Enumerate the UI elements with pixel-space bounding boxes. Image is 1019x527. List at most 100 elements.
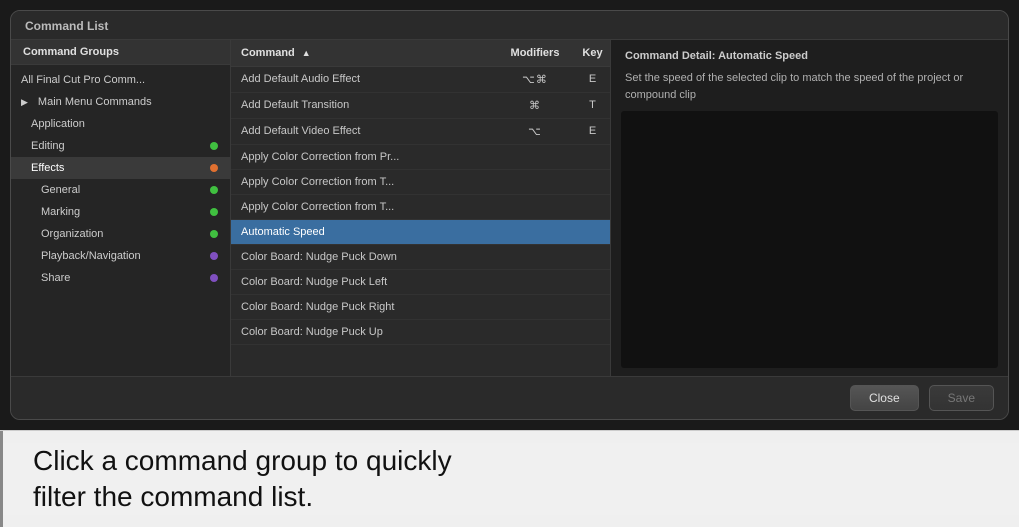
modifiers-cell: ⌥⌘ [495,67,575,92]
command-name-cell: Color Board: Nudge Puck Down [231,245,495,269]
table-row[interactable]: Color Board: Nudge Puck Down [231,245,610,270]
key-cell [575,270,610,294]
sidebar-item-label: All Final Cut Pro Comm... [21,74,218,86]
key-cell [575,245,610,269]
instruction-line1: Click a command group to quickly [33,445,452,476]
sidebar-item-label: Main Menu Commands [38,96,218,108]
sidebar-item-application[interactable]: Application [11,113,230,135]
command-name-cell: Add Default Video Effect [231,119,495,144]
key-cell [575,195,610,219]
sidebar-item-label: Playback/Navigation [41,250,204,262]
sidebar-item-label: Application [31,118,218,130]
purple-dot-icon [210,252,218,260]
command-groups-header: Command Groups [11,40,230,65]
green-dot-icon [210,186,218,194]
sidebar-item-label: Marking [41,206,204,218]
key-cell [575,145,610,169]
orange-dot-icon [210,164,218,172]
sidebar-item-label: Effects [31,162,204,174]
command-name-cell: Color Board: Nudge Puck Left [231,270,495,294]
table-row[interactable]: Apply Color Correction from Pr... [231,145,610,170]
table-row[interactable]: Color Board: Nudge Puck Right [231,295,610,320]
right-panel: Command Detail: Automatic Speed Set the … [611,40,1008,376]
modifiers-cell [495,270,575,294]
expand-arrow-icon: ▶ [21,97,28,108]
right-panel-desc: Set the speed of the selected clip to ma… [611,70,1008,103]
modifiers-cell [495,320,575,344]
col-modifiers-header: Modifiers [495,40,575,66]
table-row[interactable]: Apply Color Correction from T... [231,195,610,220]
sidebar-item-marking[interactable]: Marking [11,201,230,223]
col-command-header: Command ▲ [231,40,495,66]
sidebar-item-share[interactable]: Share [11,267,230,289]
sidebar-item-organization[interactable]: Organization [11,223,230,245]
table-row[interactable]: Automatic Speed [231,220,610,245]
right-panel-title: Command Detail: Automatic Speed [611,40,1008,70]
modifiers-cell [495,170,575,194]
left-panel: Command Groups All Final Cut Pro Comm...… [11,40,231,376]
left-panel-list: All Final Cut Pro Comm... ▶ Main Menu Comm… [11,65,230,376]
table-row[interactable]: Color Board: Nudge Puck Left [231,270,610,295]
modifiers-cell [495,295,575,319]
col-key-header: Key [575,40,610,66]
command-name-cell: Apply Color Correction from Pr... [231,145,495,169]
command-name-cell: Color Board: Nudge Puck Right [231,295,495,319]
instruction-line2: filter the command list. [33,481,313,512]
key-cell: E [575,67,610,92]
dialog-inner: Command Groups All Final Cut Pro Comm...… [11,40,1008,376]
modifiers-cell [495,145,575,169]
dialog-footer: Close Save [11,376,1008,419]
sidebar-item-editing[interactable]: Editing [11,135,230,157]
sort-arrow-icon: ▲ [302,48,311,58]
close-button[interactable]: Close [850,385,919,411]
green-dot-icon [210,230,218,238]
sidebar-item-all-final-cut[interactable]: All Final Cut Pro Comm... [11,69,230,91]
right-panel-canvas [621,111,998,368]
key-cell [575,170,610,194]
dialog-title: Command List [11,11,1008,40]
instruction-text: Click a command group to quickly filter … [33,443,452,516]
save-button[interactable]: Save [929,385,994,411]
main-container: Command List Command Groups All Final Cu… [0,0,1019,527]
bottom-section: Click a command group to quickly filter … [0,430,1019,527]
sidebar-item-label: Organization [41,228,204,240]
command-name-cell: Color Board: Nudge Puck Up [231,320,495,344]
sidebar-item-label: General [41,184,204,196]
command-name-cell: Automatic Speed [231,220,495,244]
sidebar-item-playback[interactable]: Playback/Navigation [11,245,230,267]
purple-dot-icon [210,274,218,282]
green-dot-icon [210,142,218,150]
table-row[interactable]: Add Default Video Effect⌥E [231,119,610,145]
modifiers-cell: ⌥ [495,119,575,144]
table-row[interactable]: Apply Color Correction from T... [231,170,610,195]
key-cell [575,295,610,319]
key-cell [575,320,610,344]
command-name-cell: Apply Color Correction from T... [231,170,495,194]
modifiers-cell [495,245,575,269]
command-col-label: Command [241,47,295,59]
command-name-cell: Add Default Audio Effect [231,67,495,92]
key-cell [575,220,610,244]
sidebar-item-main-menu[interactable]: ▶ Main Menu Commands [11,91,230,113]
key-cell: E [575,119,610,144]
table-row[interactable]: Add Default Transition⌘T [231,93,610,119]
instruction-area: Click a command group to quickly filter … [3,443,1019,516]
modifiers-cell: ⌘ [495,93,575,118]
sidebar-item-effects[interactable]: Effects [11,157,230,179]
modifiers-cell [495,195,575,219]
command-list-header: Command ▲ Modifiers Key [231,40,610,67]
table-row[interactable]: Color Board: Nudge Puck Up [231,320,610,345]
sidebar-item-label: Share [41,272,204,284]
table-row[interactable]: Add Default Audio Effect⌥⌘E [231,67,610,93]
key-cell: T [575,93,610,118]
dialog-box: Command List Command Groups All Final Cu… [10,10,1009,420]
command-name-cell: Add Default Transition [231,93,495,118]
green-dot-icon [210,208,218,216]
sidebar-item-general[interactable]: General [11,179,230,201]
sidebar-item-label: Editing [31,140,204,152]
modifiers-cell [495,220,575,244]
command-rows: Add Default Audio Effect⌥⌘EAdd Default T… [231,67,610,376]
command-name-cell: Apply Color Correction from T... [231,195,495,219]
top-section: Command List Command Groups All Final Cu… [0,0,1019,430]
middle-panel: Command ▲ Modifiers Key Add Default Audi… [231,40,611,376]
